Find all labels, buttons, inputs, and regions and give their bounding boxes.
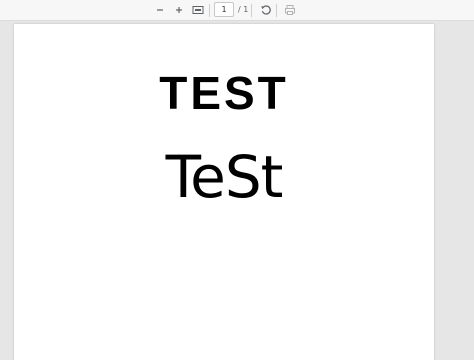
document-scroll-area[interactable]: TEST TeSt xyxy=(0,21,474,360)
fit-page-button[interactable] xyxy=(190,2,206,18)
page-total-label: / 1 xyxy=(238,5,249,14)
rotate-button[interactable] xyxy=(258,2,273,18)
toolbar-divider xyxy=(209,4,210,17)
pdf-viewer: / 1 TEST TeSt xyxy=(0,0,474,360)
toolbar-divider xyxy=(251,4,252,17)
plus-icon xyxy=(176,7,182,13)
fit-page-icon xyxy=(192,6,204,14)
print-icon xyxy=(284,5,295,15)
zoom-out-button[interactable] xyxy=(152,2,168,18)
page-heading: TEST xyxy=(159,67,289,119)
rotate-ccw-icon xyxy=(260,5,271,15)
viewer-toolbar: / 1 xyxy=(0,0,474,21)
document-page: TEST TeSt xyxy=(14,24,434,360)
page-subheading: TeSt xyxy=(165,143,284,211)
page-number-input[interactable] xyxy=(214,2,234,17)
zoom-in-button[interactable] xyxy=(171,2,187,18)
minus-icon xyxy=(157,9,163,11)
print-button[interactable] xyxy=(282,2,297,18)
toolbar-divider xyxy=(276,4,277,17)
